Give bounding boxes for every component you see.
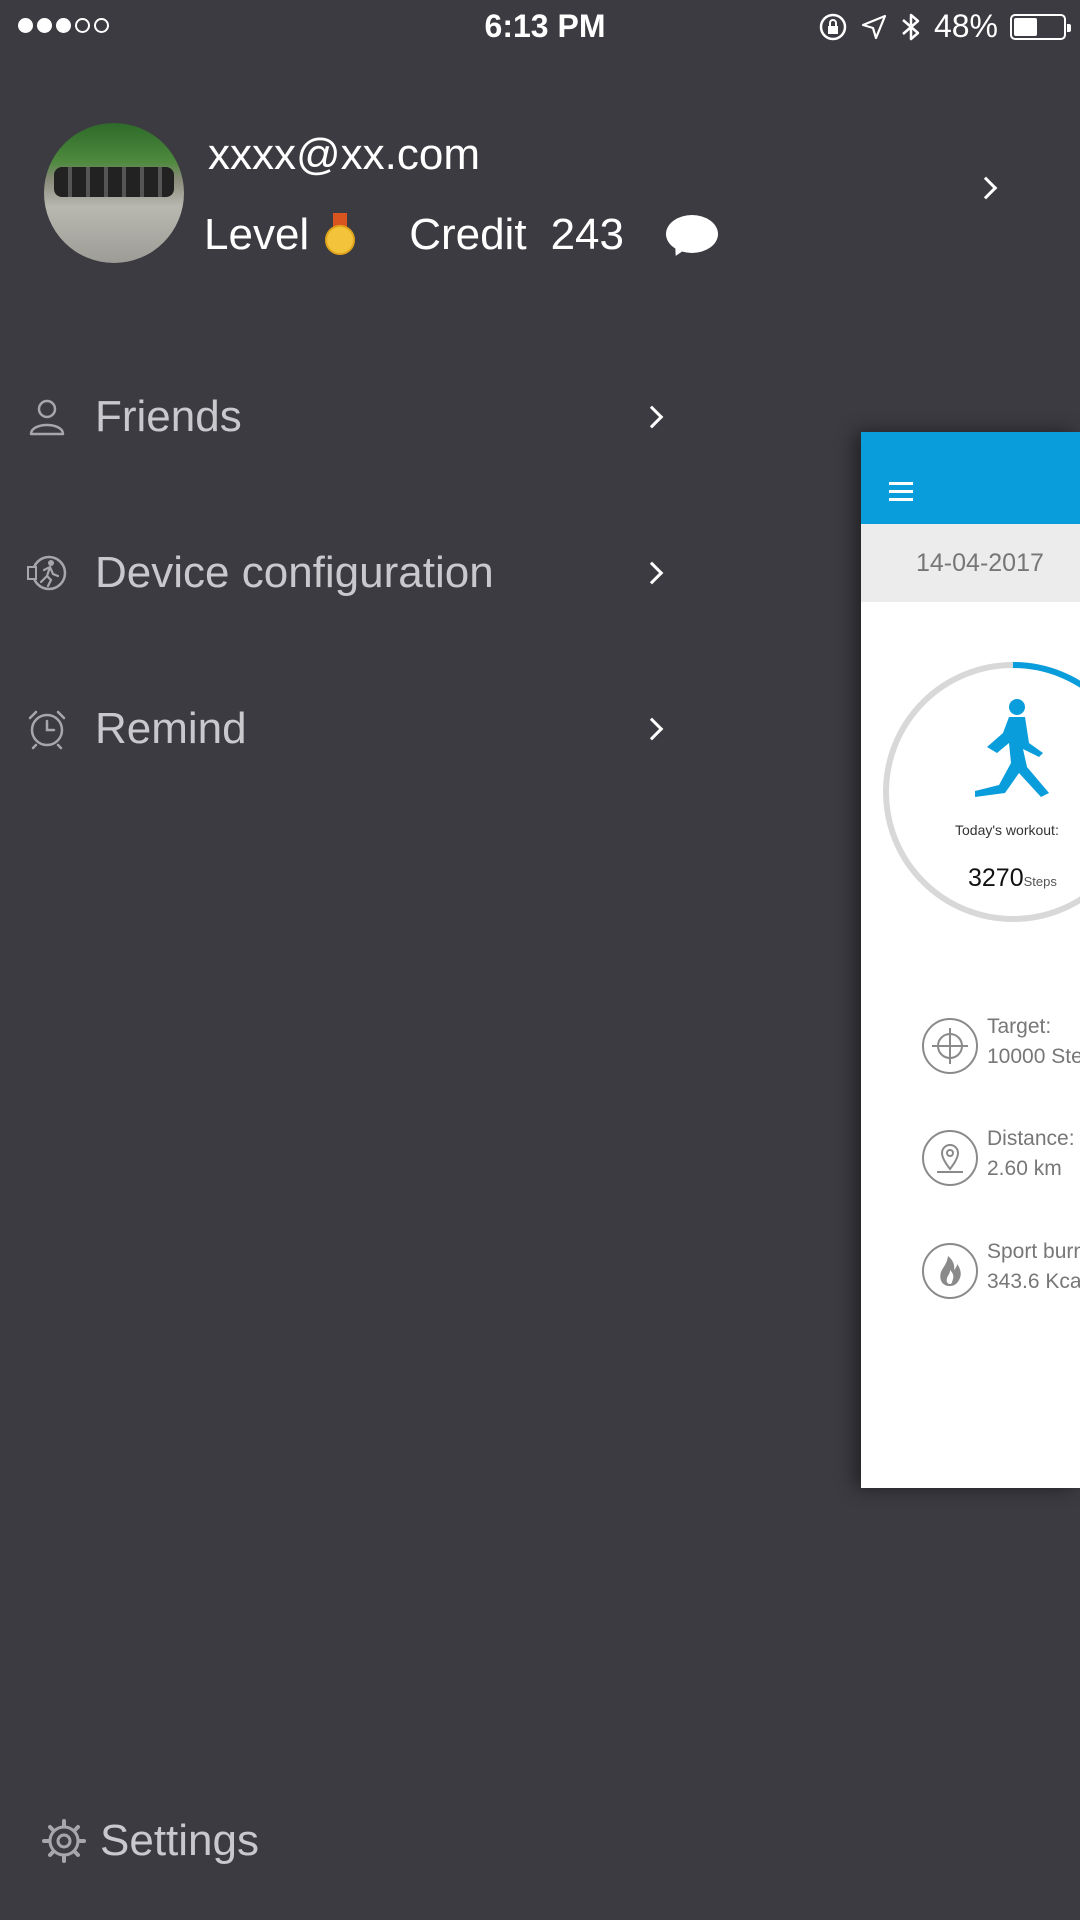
menu-item-friends[interactable]: Friends xyxy=(0,372,680,462)
person-icon xyxy=(29,399,65,436)
distance-label: Distance: xyxy=(987,1127,1075,1150)
target-stat: Target: 10000 Steps xyxy=(921,1015,1080,1077)
gear-icon xyxy=(42,1819,86,1863)
burn-label: Sport burn: xyxy=(987,1240,1080,1263)
steps-count: 3270Steps xyxy=(968,864,1057,893)
date-bar[interactable]: 14-04-2017 xyxy=(861,524,1080,602)
credit-label: Credit xyxy=(409,210,527,259)
chevron-right-icon xyxy=(640,561,664,585)
menu-label-remind: Remind xyxy=(95,704,247,753)
alarm-clock-icon xyxy=(28,710,66,750)
chevron-right-icon xyxy=(640,717,664,741)
credit-value: 243 xyxy=(550,210,624,259)
level-label: Level xyxy=(204,210,310,259)
settings-button[interactable]: Settings xyxy=(42,1815,259,1867)
chevron-right-icon[interactable] xyxy=(974,176,998,200)
chevron-right-icon xyxy=(640,405,664,429)
medal-icon xyxy=(325,213,356,257)
battery-percent: 48% xyxy=(933,8,998,44)
avatar[interactable] xyxy=(44,123,184,263)
menu-item-remind[interactable]: Remind xyxy=(0,684,680,774)
burn-stat: Sport burn: 343.6 Kcal xyxy=(921,1240,1080,1302)
distance-value: 2.60 km xyxy=(987,1157,1062,1180)
user-email: xxxx@xx.com xyxy=(208,130,481,179)
flame-icon xyxy=(922,1243,978,1299)
hamburger-menu-icon[interactable] xyxy=(889,482,913,506)
location-pin-icon xyxy=(922,1130,978,1186)
burn-value: 343.6 Kcal xyxy=(987,1270,1080,1293)
app-header xyxy=(861,432,1080,524)
profile-header[interactable]: xxxx@xx.com Level Credit 243 xyxy=(0,110,1010,270)
target-label: Target: xyxy=(987,1015,1052,1038)
chat-bubble-icon[interactable] xyxy=(665,213,718,260)
distance-stat: Distance: 2.60 km xyxy=(921,1127,1080,1189)
menu-label-device-configuration: Device configuration xyxy=(95,548,494,597)
running-device-icon xyxy=(27,555,67,591)
workout-label: Today's workout: xyxy=(955,822,1059,838)
target-value: 10000 Steps xyxy=(987,1045,1080,1068)
crosshair-icon xyxy=(922,1018,978,1074)
profile-meta: Level Credit 243 xyxy=(204,210,718,260)
status-icons: 48% xyxy=(818,8,1071,45)
location-arrow-icon xyxy=(861,14,887,39)
bluetooth-icon xyxy=(902,13,920,40)
status-bar: 6:13 PM 48% xyxy=(0,0,1080,54)
steps-unit: Steps xyxy=(1023,874,1057,889)
steps-value: 3270 xyxy=(968,864,1024,892)
rotation-lock-icon xyxy=(819,13,847,40)
menu-item-device-configuration[interactable]: Device configuration xyxy=(0,528,680,618)
battery-icon xyxy=(1010,13,1071,40)
main-screen-preview[interactable]: 14-04-2017 Today's workout: 3270Steps Ta… xyxy=(861,432,1080,1488)
menu-label-friends: Friends xyxy=(95,392,242,441)
settings-label: Settings xyxy=(100,1816,259,1865)
runner-icon xyxy=(975,699,1049,797)
